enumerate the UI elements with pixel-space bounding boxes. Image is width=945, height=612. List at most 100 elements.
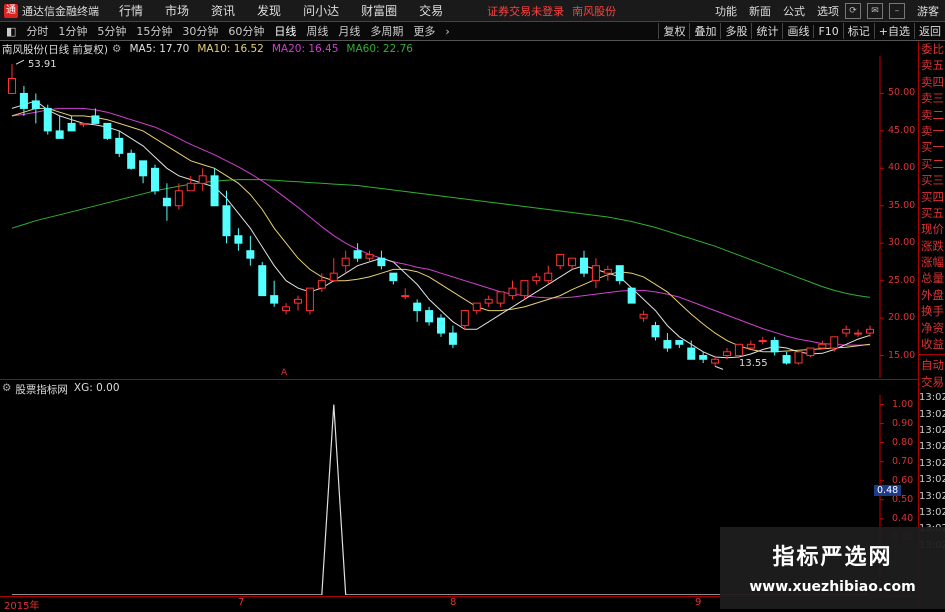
stock-title: 南风股份 <box>572 4 617 18</box>
candle <box>627 287 636 304</box>
candle <box>305 287 314 315</box>
menu-item-news[interactable]: 资讯 <box>211 2 235 19</box>
period-monthly[interactable]: 月线 <box>338 23 360 39</box>
menu-formula[interactable]: 公式 <box>783 3 805 19</box>
candle-body <box>282 306 291 312</box>
candle-body <box>401 295 410 298</box>
candle <box>258 261 267 297</box>
x-label-aug: 8 <box>450 597 457 608</box>
period-weekly[interactable]: 周线 <box>306 23 328 39</box>
tool-overlay[interactable]: 叠加 <box>689 23 720 39</box>
candle-body <box>854 332 863 335</box>
tick-time: 13:02 <box>919 474 945 486</box>
candle-body <box>43 107 52 132</box>
period-30min[interactable]: 30分钟 <box>182 23 218 39</box>
chevron-right-icon[interactable]: › <box>445 25 449 38</box>
candle <box>699 351 708 364</box>
candle-body <box>758 340 767 343</box>
minimize-icon[interactable]: – <box>889 2 905 19</box>
candle-body <box>675 340 684 345</box>
envelope-icon[interactable]: ✉ <box>867 2 883 19</box>
menu-new-page[interactable]: 新面 <box>749 3 771 19</box>
candle-body <box>210 175 219 207</box>
app-title: 通达信金融终端 <box>22 4 99 18</box>
period-60min[interactable]: 60分钟 <box>228 23 264 39</box>
candle-body <box>294 298 302 304</box>
login-status[interactable]: 证券交易未登录 <box>487 3 564 19</box>
candle <box>246 235 255 266</box>
candle-body <box>687 347 696 360</box>
period-5min[interactable]: 5分钟 <box>97 23 126 39</box>
tool-add-favorite[interactable]: +自选 <box>873 23 914 39</box>
tool-back[interactable]: 返回 <box>914 23 945 39</box>
candle <box>580 250 588 277</box>
candle-body <box>19 92 28 109</box>
candle-body <box>31 100 40 109</box>
refresh-icon[interactable]: ⟳ <box>845 2 861 19</box>
candle-body <box>186 182 195 192</box>
tool-adjust[interactable]: 复权 <box>658 23 689 39</box>
guest-label[interactable]: 游客 <box>917 3 939 19</box>
candle-body <box>353 250 362 259</box>
tool-f10[interactable]: F10 <box>813 24 842 38</box>
auto-trade-label-1[interactable]: 交易 <box>919 374 945 390</box>
candle <box>472 302 481 315</box>
candle-body <box>568 257 577 267</box>
menu-item-discover[interactable]: 发现 <box>257 2 281 19</box>
candle-body <box>67 122 76 132</box>
candle-body <box>472 302 481 312</box>
candle-body <box>377 257 386 267</box>
auto-trade-label-0[interactable]: 自动 <box>919 357 945 373</box>
candle-body <box>234 235 243 244</box>
candle <box>437 314 445 337</box>
candle <box>818 340 827 350</box>
period-15min[interactable]: 15分钟 <box>136 23 172 39</box>
candle <box>127 149 136 170</box>
candle-body <box>270 295 279 304</box>
quote-field-5: 卖一 <box>921 123 944 138</box>
period-more[interactable]: 更多 <box>413 23 435 39</box>
candle <box>556 253 565 270</box>
candle-body <box>198 175 207 184</box>
menu-item-trade[interactable]: 交易 <box>419 2 443 19</box>
tool-multi-stock[interactable]: 多股 <box>720 23 751 39</box>
candle <box>79 122 88 128</box>
price-chart[interactable] <box>0 56 918 378</box>
quote-field-18: 收益 <box>921 337 944 352</box>
candle <box>687 340 696 360</box>
sidebar-toggle-icon[interactable]: ◧ <box>6 25 16 38</box>
tool-statistics[interactable]: 统计 <box>751 23 782 39</box>
period-bar: ◧ 分时 1分钟 5分钟 15分钟 30分钟 60分钟 日线 周线 月线 多周期… <box>0 22 945 41</box>
tick-time: 13:02 <box>919 506 945 518</box>
candle <box>603 265 612 281</box>
period-1min[interactable]: 1分钟 <box>58 23 87 39</box>
period-daily[interactable]: 日线 <box>274 23 296 39</box>
candle <box>353 243 362 262</box>
menu-bar: 通 通达信金融终端 行情 市场 资讯 发现 问小达 财富圈 交易 证券交易未登录… <box>0 0 945 22</box>
candle-body <box>842 328 851 334</box>
tool-mark[interactable]: 标记 <box>842 23 874 39</box>
price-tick: 50.00 <box>888 87 916 99</box>
indicator-tick: 0.90 <box>892 417 914 429</box>
candle-body <box>866 328 874 334</box>
menu-item-market[interactable]: 市场 <box>165 2 189 19</box>
menu-options[interactable]: 选项 <box>817 3 839 19</box>
menu-function[interactable]: 功能 <box>715 3 737 19</box>
quote-field-12: 涨跌 <box>921 238 944 253</box>
menu-item-ask[interactable]: 问小达 <box>303 2 339 19</box>
candle <box>782 351 791 365</box>
menu-item-wealth[interactable]: 财富圈 <box>361 2 397 19</box>
menu-item-quotes[interactable]: 行情 <box>119 2 143 19</box>
period-multi[interactable]: 多周期 <box>370 23 403 39</box>
app-logo-icon: 通 <box>4 3 18 18</box>
settings-icon[interactable]: ⚙ <box>112 43 121 55</box>
candle <box>377 250 386 270</box>
quote-field-14: 总量 <box>921 271 944 286</box>
period-intraday[interactable]: 分时 <box>26 23 48 39</box>
candle-body <box>317 280 326 289</box>
candle <box>532 273 541 285</box>
candle <box>508 280 517 300</box>
ma60-line <box>11 179 871 298</box>
candle <box>460 310 469 330</box>
tool-draw-line[interactable]: 画线 <box>782 23 813 39</box>
